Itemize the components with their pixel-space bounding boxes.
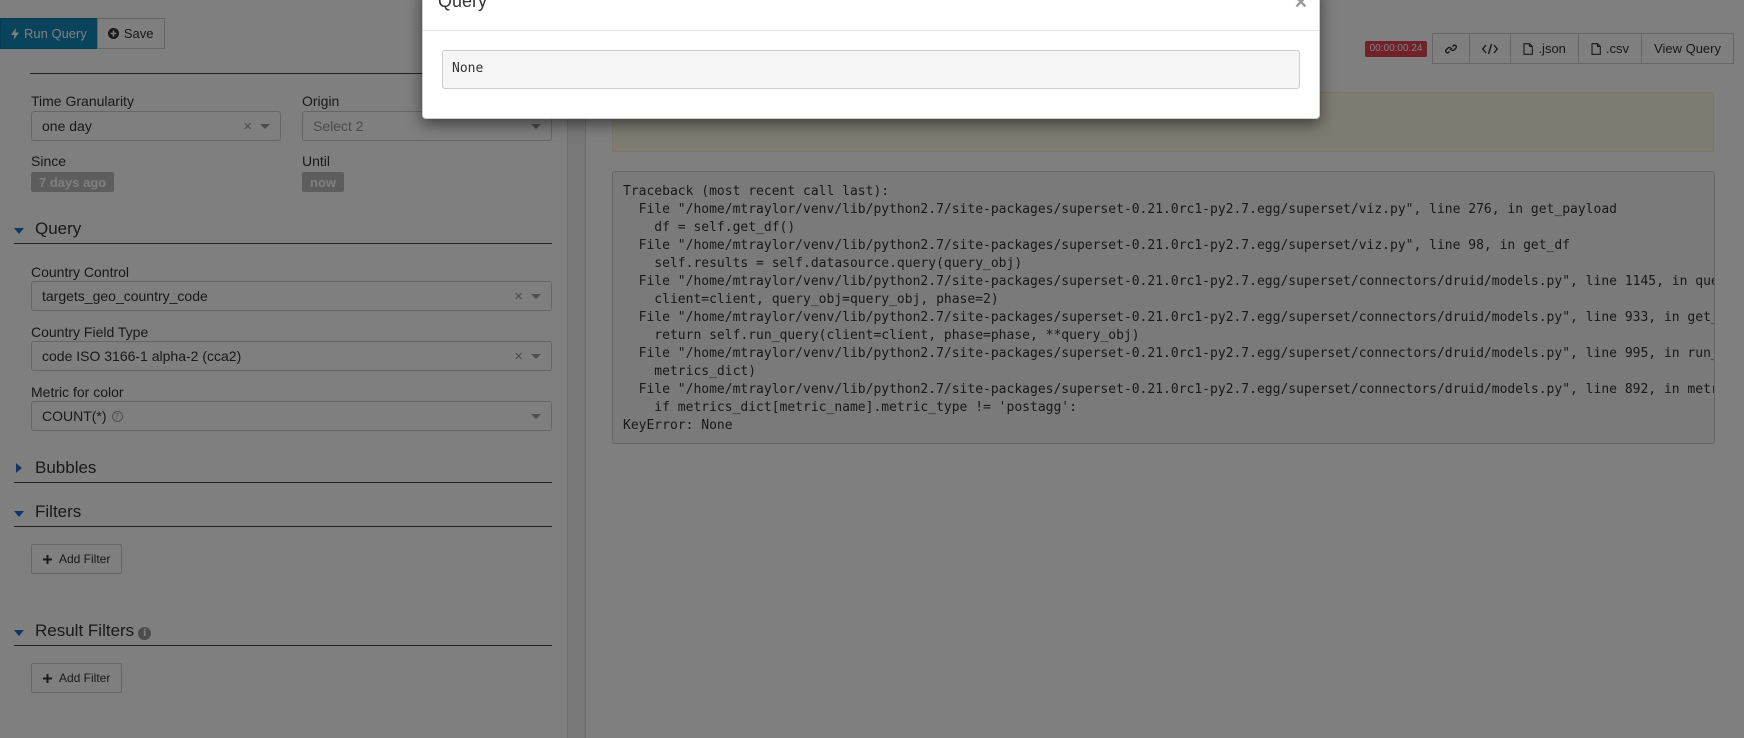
query-modal: Query × None bbox=[422, 0, 1320, 119]
modal-divider bbox=[423, 30, 1319, 31]
query-code-block: None bbox=[442, 50, 1300, 89]
modal-title: Query bbox=[438, 0, 488, 11]
close-icon[interactable]: × bbox=[1295, 0, 1307, 15]
